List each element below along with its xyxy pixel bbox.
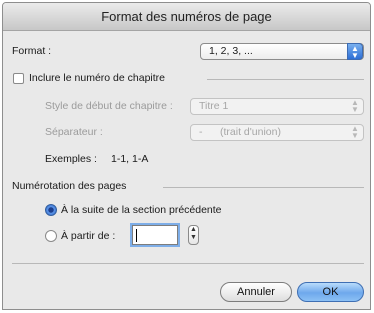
dialog-title: Format des numéros de page: [3, 3, 370, 31]
text-caret: [136, 229, 137, 242]
examples-label: Exemples :: [45, 153, 97, 165]
include-chapter-checkbox[interactable]: [13, 73, 24, 84]
examples-value: 1-1, 1-A: [111, 153, 149, 165]
separator-popup[interactable]: - (trait d'union) ▲ ▼: [190, 124, 364, 141]
start-at-input[interactable]: [132, 225, 178, 245]
continue-previous-label: À la suite de la section précédente: [61, 204, 222, 216]
format-label: Format :: [12, 45, 52, 57]
up-down-chevron-icon: ▲ ▼: [351, 124, 359, 140]
up-down-chevron-icon: ▲ ▼: [347, 43, 363, 60]
up-down-chevron-icon: ▲ ▼: [351, 98, 359, 114]
chapter-style-popup[interactable]: Titre 1 ▲ ▼: [190, 98, 364, 115]
separator-value: - (trait d'union): [199, 126, 281, 138]
ok-button[interactable]: OK: [297, 282, 364, 302]
page-numbering-heading: Numérotation des pages: [12, 180, 127, 192]
format-popup-value: 1, 2, 3, ...: [209, 45, 253, 57]
stepper-icon[interactable]: ▲ ▼: [188, 225, 199, 245]
footer-separator-line: [12, 263, 364, 264]
continue-previous-radio[interactable]: [45, 204, 57, 216]
separator-label: Séparateur :: [45, 126, 103, 138]
page-number-format-dialog: Format des numéros de page Format : 1, 2…: [2, 2, 371, 310]
format-popup[interactable]: 1, 2, 3, ... ▲ ▼: [200, 43, 364, 60]
cancel-button[interactable]: Annuler: [220, 282, 292, 302]
chapter-separator-line: [207, 79, 364, 80]
start-at-radio[interactable]: [45, 230, 57, 242]
include-chapter-label: Inclure le numéro de chapitre: [29, 72, 165, 84]
chapter-style-value: Titre 1: [199, 100, 229, 112]
chapter-style-label: Style de début de chapitre :: [45, 100, 173, 112]
numbering-separator-line: [163, 187, 364, 188]
start-at-label: À partir de :: [61, 230, 116, 242]
